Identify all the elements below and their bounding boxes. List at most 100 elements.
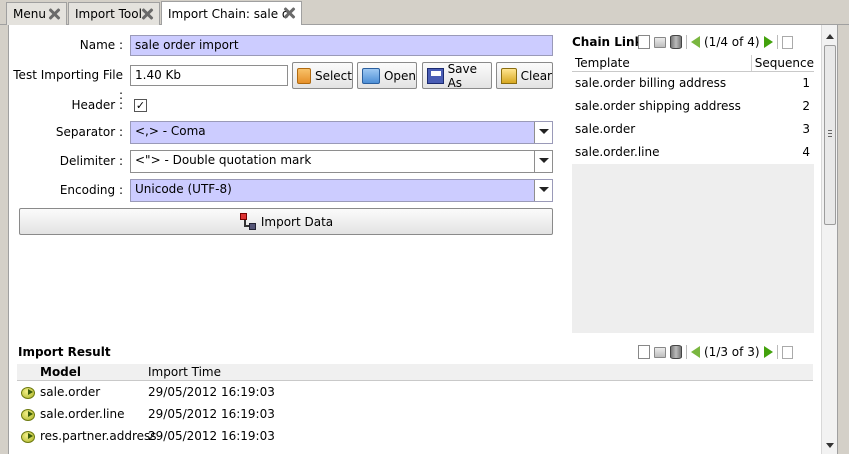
scrollbar-thumb[interactable] <box>824 45 836 225</box>
tab-menu[interactable]: Menu <box>6 2 67 25</box>
form-view-icon[interactable] <box>781 35 793 49</box>
delete-icon[interactable] <box>670 345 682 359</box>
separator-select[interactable]: <,> - Coma <box>130 121 553 144</box>
chain-link-toolbar: (1/4 of 4) <box>638 35 793 49</box>
delimiter-label: Delimiter : <box>59 154 123 168</box>
table-header: Template Sequence <box>572 55 814 72</box>
clear-icon <box>501 67 517 84</box>
save-icon <box>427 67 444 84</box>
test-file-field[interactable]: 1.40 Kb <box>130 65 288 86</box>
chevron-down-icon[interactable] <box>534 122 552 143</box>
table-row[interactable]: sale.order 29/05/2012 16:19:03 <box>17 381 813 403</box>
table-row[interactable]: sale.order 3 <box>572 118 814 141</box>
close-icon[interactable] <box>141 8 153 20</box>
tab-label: Import Chain: sale o <box>168 6 290 21</box>
toolbar-divider <box>776 35 778 49</box>
delimiter-select[interactable]: <"> - Double quotation mark <box>130 150 553 173</box>
chain-link-pager: (1/4 of 4) <box>704 35 760 49</box>
encoding-value: Unicode (UTF-8) <box>135 182 232 196</box>
table-header: Model Import Time <box>17 364 813 381</box>
import-data-button[interactable]: Import Data <box>19 208 553 235</box>
select-button[interactable]: Select <box>292 62 353 89</box>
clear-button[interactable]: Clear <box>496 62 553 89</box>
template-cell: sale.order shipping address <box>575 99 741 113</box>
model-cell: sale.order <box>40 385 101 399</box>
sequence-cell: 4 <box>802 145 810 159</box>
table-row[interactable]: res.partner.address 29/05/2012 16:19:03 <box>17 425 813 447</box>
tab-import-chain[interactable]: Import Chain: sale o <box>161 1 302 25</box>
chevron-down-icon[interactable] <box>534 180 552 201</box>
save-as-button-label: Save As <box>447 61 478 90</box>
clear-button-label: Clear <box>520 68 552 83</box>
toolbar-divider <box>776 345 778 359</box>
import-result-pager: (1/3 of 3) <box>704 345 760 359</box>
time-cell: 29/05/2012 16:19:03 <box>148 429 275 443</box>
icon-column <box>17 364 37 380</box>
delete-icon[interactable] <box>670 35 682 49</box>
name-field[interactable]: sale order import <box>130 35 553 56</box>
tab-bar: Menu Import Tool Import Chain: sale o <box>0 0 849 25</box>
import-result-toolbar: (1/3 of 3) <box>638 345 793 359</box>
previous-icon[interactable] <box>691 36 700 48</box>
tab-import-tool[interactable]: Import Tool <box>68 2 160 25</box>
toolbar-divider <box>686 35 687 49</box>
sequence-cell: 1 <box>802 76 810 90</box>
folder-icon <box>297 67 311 84</box>
main-panel: Name : sale order import Test Importing … <box>8 25 838 454</box>
delimiter-value: <"> - Double quotation mark <box>135 153 312 167</box>
time-cell: 29/05/2012 16:19:03 <box>148 407 275 421</box>
column-sequence[interactable]: Sequence <box>752 55 814 71</box>
toolbar-divider <box>686 345 687 359</box>
save-as-button[interactable]: Save As <box>422 61 492 90</box>
chain-link-table: Template Sequence sale.order billing add… <box>572 55 814 333</box>
import-icon <box>239 212 257 232</box>
scroll-down-icon[interactable] <box>826 443 834 448</box>
next-icon[interactable] <box>763 346 773 358</box>
separator-label: Separator : <box>55 125 123 139</box>
table-row[interactable]: sale.order.line 4 <box>572 141 814 164</box>
tab-label: Menu <box>13 7 46 21</box>
open-folder-icon[interactable] <box>654 36 666 48</box>
table-row[interactable]: sale.order.line 29/05/2012 16:19:03 <box>17 403 813 425</box>
header-label: Header : <box>71 98 123 112</box>
separator-value: <,> - Coma <box>135 124 206 138</box>
scroll-up-icon[interactable] <box>826 34 834 39</box>
open-button[interactable]: Open <box>357 62 417 89</box>
column-model[interactable]: Model <box>37 364 145 380</box>
arrow-right-icon <box>17 403 37 425</box>
next-icon[interactable] <box>763 36 773 48</box>
sequence-cell: 2 <box>802 99 810 113</box>
close-icon[interactable] <box>48 8 60 20</box>
template-cell: sale.order.line <box>575 145 660 159</box>
time-cell: 29/05/2012 16:19:03 <box>148 385 275 399</box>
select-button-label: Select <box>314 68 352 83</box>
chevron-down-icon[interactable] <box>534 151 552 172</box>
model-cell: res.partner.address <box>40 429 157 443</box>
tab-label: Import Tool <box>75 7 142 21</box>
header-checkbox[interactable]: ✓ <box>134 99 147 112</box>
column-template[interactable]: Template <box>572 55 752 71</box>
encoding-select[interactable]: Unicode (UTF-8) <box>130 179 553 202</box>
arrow-right-icon <box>17 381 37 403</box>
chain-link-title: Chain Link <box>572 35 643 49</box>
name-label: Name : <box>79 38 123 52</box>
import-result-title: Import Result <box>18 345 111 359</box>
import-data-label: Import Data <box>260 214 334 229</box>
new-record-icon[interactable] <box>638 345 650 359</box>
encoding-label: Encoding : <box>59 183 123 197</box>
open-folder-icon <box>362 67 380 84</box>
open-button-label: Open <box>383 68 416 83</box>
table-row[interactable]: sale.order shipping address 2 <box>572 95 814 118</box>
template-cell: sale.order billing address <box>575 76 727 90</box>
sequence-cell: 3 <box>802 122 810 136</box>
close-icon[interactable] <box>283 7 295 19</box>
previous-icon[interactable] <box>691 346 700 358</box>
column-import-time[interactable]: Import Time <box>145 364 813 380</box>
import-result-table: Model Import Time sale.order 29/05/2012 … <box>17 364 813 454</box>
form-view-icon[interactable] <box>781 345 793 359</box>
open-folder-icon[interactable] <box>654 346 666 358</box>
arrow-right-icon <box>17 425 37 447</box>
new-record-icon[interactable] <box>638 35 650 49</box>
vertical-scrollbar[interactable] <box>821 25 837 454</box>
table-row[interactable]: sale.order billing address 1 <box>572 72 814 95</box>
